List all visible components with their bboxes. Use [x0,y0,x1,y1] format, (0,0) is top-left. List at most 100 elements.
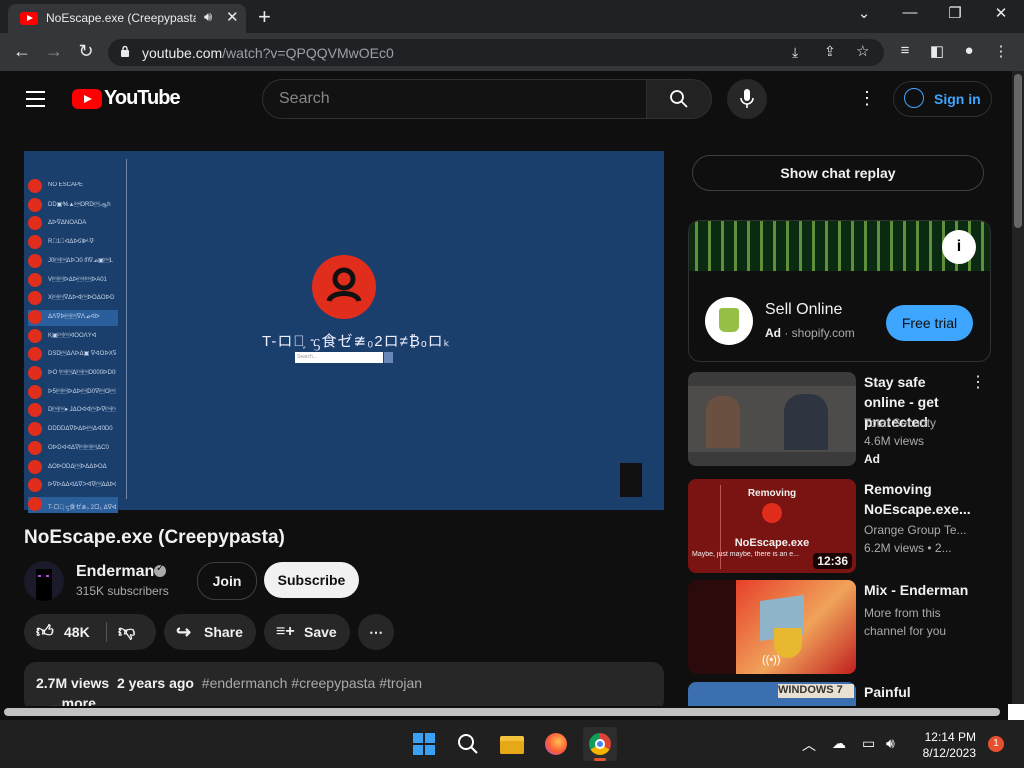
recommendation-title[interactable]: Painful [864,682,970,702]
taskbar-clock[interactable]: 12:14 PM 8/12/2023 [916,729,976,761]
restore-button[interactable]: ❐ [940,4,970,22]
back-icon[interactable]: ← [10,41,34,62]
video-app-list-label: Vᐅᐃ⁠ᐅᵒᐅ⁠A01 [48,276,107,283]
volume-icon[interactable]: 🔊︎ [886,735,895,752]
more-vert-icon[interactable]: ⋮ [970,372,986,392]
bookmark-star-icon[interactable]: ☆ [856,42,869,60]
hashtags[interactable]: #endermanch #creepypasta #trojan [202,675,422,691]
search-input[interactable]: Search [262,79,648,119]
channel-avatar[interactable] [24,561,64,601]
ad-card[interactable]: i Sell Online Ad · shopify.com Free tria… [688,220,991,362]
video-app-search-placeholder: Search... [297,354,318,360]
account-icon [904,88,924,108]
windows-start-icon[interactable] [407,727,441,761]
youtube-favicon-icon [20,12,38,25]
join-button[interactable]: Join [197,562,257,600]
video-player[interactable]: T-ロヴ᷊ ᠊ᦓ食ゼ≇₀2ロ≠₿ₒロₖ Search... NO ESCAPE D… [24,151,664,513]
network-icon[interactable]: ☁ [832,735,846,752]
recommendation-item[interactable]: Removing NoEscape.exe Maybe, just maybe,… [688,479,988,575]
like-count[interactable]: 48K [64,614,90,650]
horizontal-scroll-thumb[interactable] [4,708,1000,716]
recommendation-title[interactable]: Removing NoEscape.exe... [864,479,971,519]
youtube-logo-icon[interactable] [72,89,102,109]
side-panel-icon[interactable]: ◧ [926,42,948,60]
video-app-list-item: J0ᐃ⁠ᐅ⁠ᑐ0 ᗰᐁᓄ▣L [28,253,118,270]
sign-in-button[interactable]: Sign in [893,81,992,117]
video-app-list-item: ᐃᐱᐁᐅᐁᐱᓄᐊᐅ [28,309,118,326]
sign-in-label: Sign in [934,91,981,107]
recommendation-views: 6.2M views • 2... [864,541,984,555]
save-button[interactable]: ≡+ Save [264,614,350,650]
ad-badge: Ad [765,326,781,340]
close-window-button[interactable]: ✕ [986,4,1016,22]
settings-more-icon[interactable]: ⋮ [858,88,876,109]
video-app-list-item: T-ロヴ᷊ ᠊ᦓ食ゼ≇₀ 2ロ₁ ᐃᐁᐊ [28,496,118,513]
recommendation-title[interactable]: Mix - Enderman [864,580,970,600]
recommendation-thumbnail[interactable] [688,372,856,466]
tab-search-icon[interactable]: ⌄ [849,4,879,22]
video-app-list-label: OᐅDᐊᐊ⁠ᐃᐁ⁠ᐃ⁠C0 [48,444,109,451]
url-host: youtube.com [142,45,223,61]
channel-name[interactable]: Enderman [76,563,154,581]
info-icon[interactable]: i [942,230,976,264]
like-icon[interactable]: 👍︎ [36,614,54,650]
search-button[interactable] [646,79,712,119]
app-user-icon [28,309,42,324]
recommendation-item[interactable]: Stay safe online - get protected Total S… [688,372,988,468]
reload-icon[interactable]: ↻ [74,41,98,62]
search-icon [670,90,688,108]
search-icon[interactable] [451,727,485,761]
browser-menu-icon[interactable]: ⋮ [990,42,1012,60]
firefox-icon[interactable] [539,727,573,761]
new-tab-button[interactable]: + [258,4,271,30]
thumb-caption: NoEscape.exe [734,537,810,549]
chrome-icon[interactable] [583,727,617,761]
share-button[interactable]: ↪ Share [164,614,256,650]
description-line: 2.7M views 2 years ago #endermanch #cree… [36,675,422,691]
ad-domain: shopify.com [791,326,855,340]
notification-badge[interactable]: 1 [988,736,1004,752]
subscribe-button[interactable]: Subscribe [264,562,359,598]
free-trial-button[interactable]: Free trial [886,305,973,341]
show-hidden-icons-icon[interactable]: ︿ [802,735,816,755]
description-box[interactable]: 2.7M views 2 years ago #endermanch #cree… [24,662,664,712]
recommendation-item[interactable]: ((•)) Mix - Enderman More from this chan… [688,580,988,676]
vertical-scroll-thumb[interactable] [1014,74,1022,228]
media-control-icon[interactable]: ≡ [894,42,916,59]
install-icon[interactable]: ⤓ [792,44,798,61]
address-bar[interactable]: youtube.com/watch?v=QPQQVMwOEc0 ⤓ ⇪ ☆ [108,39,884,66]
voice-search-button[interactable] [727,79,767,119]
save-label: Save [304,624,337,640]
menu-icon[interactable] [26,91,45,112]
dislike-icon[interactable]: 👎︎ [118,614,135,650]
profile-icon[interactable]: ● [958,42,980,59]
forward-icon[interactable]: → [42,41,66,62]
video-app-list-label: NO ESCAPE [48,182,84,188]
file-explorer-icon[interactable] [495,727,529,761]
video-app-list-label: ᐅO ᵗ⁠ᐃO000ᐅD0D [48,370,116,376]
share-page-icon[interactable]: ⇪ [824,43,836,60]
subscriber-count: 315K subscribers [76,584,169,598]
show-chat-replay-button[interactable]: Show chat replay [692,155,984,191]
speaker-icon[interactable]: 🔊︎ [204,9,212,25]
app-user-icon [28,478,42,493]
minimize-button[interactable]: — [895,4,925,21]
video-app-title: T-ロヴ᷊ ᠊ᦓ食ゼ≇₀2ロ≠₿ₒロₖ [262,333,452,350]
youtube-logo-text[interactable]: YouTube [104,87,181,110]
recommendation-thumbnail[interactable]: WINDOWS 7 [688,682,856,706]
tab-close-icon[interactable]: ✕ [226,8,239,26]
more-actions-button[interactable]: ⋯ [358,614,394,650]
recommendation-thumbnail[interactable]: Removing NoEscape.exe Maybe, just maybe,… [688,479,856,573]
video-app-list-label: ᐅ5ᐅ⁠ᐃ⁠ᐅD0ᐁOᐃᐁᐃ0 [48,388,116,395]
like-dislike-group: 👍︎ 48K 👎︎ [24,614,156,650]
more-horiz-icon: ⋯ [369,624,383,640]
thumb-title: Removing [747,488,797,499]
browser-tab[interactable]: NoEscape.exe (Creepypasta) 🔊︎ ✕ [8,4,246,33]
video-app-list-label: ᐃ⁠ᐅᐁᐄ⁠NOA⁠DA [48,220,87,227]
video-duration: 12:36 [813,553,852,569]
display-icon[interactable]: ▭ [862,735,875,752]
recommendation-thumbnail[interactable]: ((•)) [688,580,856,674]
recommendation-item[interactable]: WINDOWS 7 Painful [688,682,988,706]
video-app-list-item: Vᐅᐃ⁠ᐅᵒᐅ⁠A01 [28,272,118,289]
recommendation-channel: More from this channel for you [864,606,947,638]
